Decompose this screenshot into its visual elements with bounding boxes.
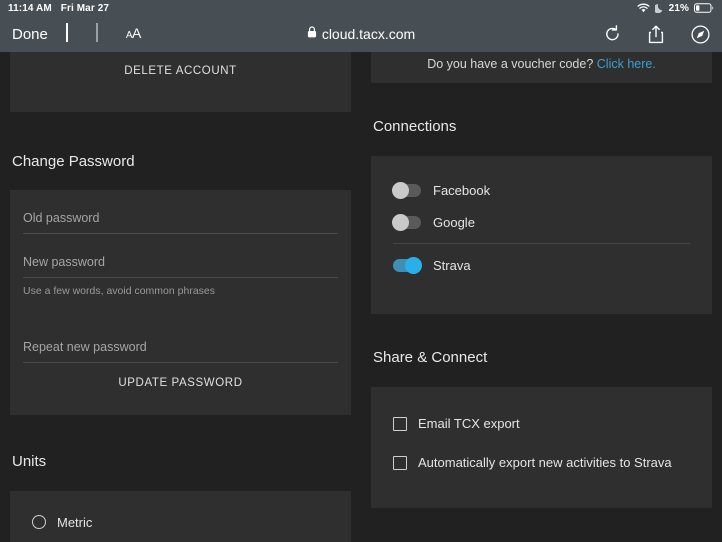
change-password-heading: Change Password bbox=[12, 153, 135, 170]
connection-label-google: Google bbox=[433, 214, 475, 230]
connection-label-strava: Strava bbox=[433, 257, 471, 273]
delete-account-card: DELETE ACCOUNT bbox=[10, 52, 351, 112]
new-password-field[interactable]: New password Use a few words, avoid comm… bbox=[10, 234, 351, 297]
new-password-hint: Use a few words, avoid common phrases bbox=[23, 285, 215, 297]
compass-icon[interactable] bbox=[691, 24, 710, 44]
delete-account-button[interactable]: DELETE ACCOUNT bbox=[124, 65, 237, 77]
share-connect-heading: Share & Connect bbox=[373, 349, 488, 366]
page-content: DELETE ACCOUNT Change Password Old passw… bbox=[0, 52, 722, 542]
left-column: DELETE ACCOUNT Change Password Old passw… bbox=[0, 52, 361, 542]
text-size-big-label: A bbox=[132, 25, 141, 41]
connections-heading: Connections bbox=[373, 118, 457, 135]
units-heading: Units bbox=[12, 453, 47, 470]
update-password-button[interactable]: UPDATE PASSWORD bbox=[118, 377, 242, 389]
status-indicators: 21% bbox=[637, 3, 714, 14]
share-option-label-auto-strava: Automatically export new activities to S… bbox=[418, 455, 672, 470]
voucher-prompt: Do you have a voucher code? Click here. bbox=[371, 52, 712, 71]
repeat-password-field[interactable]: Repeat new password bbox=[10, 297, 351, 363]
old-password-field[interactable]: Old password bbox=[10, 190, 351, 234]
right-column: Do you have a voucher code? Click here. … bbox=[361, 52, 722, 542]
status-time: 11:14 AM bbox=[8, 2, 52, 14]
share-option-label-email-tcx: Email TCX export bbox=[418, 416, 520, 431]
text-size-button[interactable]: AA bbox=[126, 25, 142, 43]
wifi-icon bbox=[637, 3, 650, 13]
toggle-knob bbox=[405, 256, 422, 274]
units-option-label: Metric bbox=[57, 514, 93, 530]
share-icon[interactable] bbox=[648, 25, 664, 44]
toggle-facebook[interactable] bbox=[392, 181, 421, 199]
share-option-email-tcx[interactable]: Email TCX export bbox=[371, 404, 712, 443]
url-text: cloud.tacx.com bbox=[321, 26, 416, 42]
connection-label-facebook: Facebook bbox=[433, 182, 491, 198]
connection-row-strava[interactable]: Strava bbox=[371, 249, 712, 281]
checkbox-icon[interactable] bbox=[393, 416, 407, 431]
battery-icon bbox=[694, 3, 714, 13]
checkbox-icon[interactable] bbox=[393, 455, 407, 470]
navigation-buttons bbox=[65, 23, 98, 43]
done-button[interactable]: Done bbox=[12, 26, 48, 43]
battery-percent: 21% bbox=[668, 2, 689, 14]
connection-row-facebook[interactable]: Facebook bbox=[371, 174, 712, 206]
share-option-auto-strava[interactable]: Automatically export new activities to S… bbox=[371, 443, 712, 482]
units-card: Metric bbox=[10, 491, 351, 542]
toggle-google[interactable] bbox=[392, 213, 421, 231]
voucher-question: Do you have a voucher code? bbox=[427, 57, 594, 71]
radio-icon[interactable] bbox=[32, 515, 46, 529]
toggle-strava[interactable] bbox=[393, 256, 422, 274]
units-option-metric[interactable]: Metric bbox=[10, 505, 351, 539]
connection-row-google[interactable]: Google bbox=[371, 206, 712, 238]
repeat-password-label: Repeat new password bbox=[23, 340, 147, 354]
chevron-left-icon[interactable] bbox=[65, 23, 68, 43]
reload-icon[interactable] bbox=[604, 25, 621, 43]
old-password-label: Old password bbox=[23, 211, 100, 225]
lock-icon bbox=[307, 25, 317, 43]
status-date: Fri Mar 27 bbox=[60, 2, 110, 14]
moon-icon bbox=[654, 3, 664, 13]
share-connect-card: Email TCX export Automatically export ne… bbox=[371, 387, 712, 508]
toolbar-actions bbox=[604, 24, 710, 44]
toggle-knob bbox=[392, 181, 409, 199]
update-password-row: UPDATE PASSWORD bbox=[10, 363, 351, 415]
connections-divider bbox=[393, 243, 690, 244]
chevron-right-icon[interactable] bbox=[95, 23, 98, 43]
change-password-card: Old password New password Use a few word… bbox=[10, 190, 351, 415]
ios-status-bar: 11:14 AM Fri Mar 27 21% bbox=[0, 0, 722, 16]
connections-card: Facebook Google Strava bbox=[371, 156, 712, 314]
voucher-link[interactable]: Click here. bbox=[597, 57, 656, 71]
new-password-label: New password bbox=[23, 255, 105, 269]
safari-toolbar: Done AA cloud.tacx.com bbox=[0, 16, 722, 52]
voucher-card: Do you have a voucher code? Click here. bbox=[371, 52, 712, 83]
toggle-knob bbox=[392, 213, 409, 231]
